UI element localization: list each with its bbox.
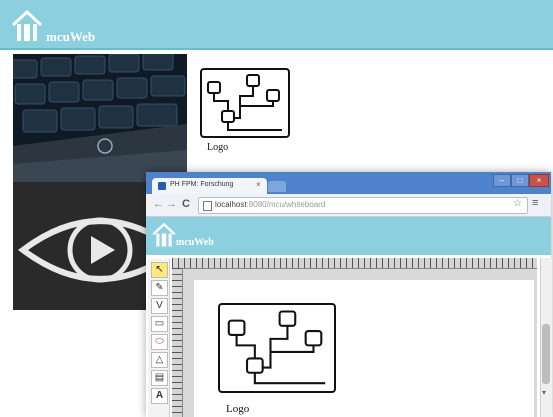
tool-palette: ↖ ✎ V ▭ ⬭ △ ▤ A [148, 259, 170, 417]
network-logo-icon [227, 310, 326, 385]
ellipse-tool-icon[interactable]: ⬭ [151, 334, 168, 350]
vertical-scrollbar[interactable]: ▾ [540, 258, 552, 417]
horizontal-ruler [172, 258, 537, 269]
back-button[interactable]: ← [153, 198, 164, 210]
page-icon [203, 201, 212, 211]
shape-tool-icon[interactable]: △ [151, 352, 168, 368]
keyboard-image-tile[interactable] [13, 54, 187, 182]
maximize-button[interactable]: □ [511, 174, 529, 187]
logo-caption: Logo [207, 142, 229, 153]
menu-icon[interactable]: ≡ [532, 197, 538, 209]
app-header: mcuWeb [0, 0, 553, 50]
tab-close-icon[interactable]: × [256, 180, 261, 189]
inner-app-title: mcuWeb [176, 237, 214, 248]
star-icon[interactable]: ☆ [513, 198, 522, 209]
logo-widget[interactable] [200, 68, 290, 138]
browser-window: PH FPM: Forschung × – □ × ← → C localhos… [146, 172, 552, 417]
scroll-down-icon[interactable]: ▾ [542, 388, 546, 397]
layers-tool-icon[interactable]: ▤ [151, 370, 168, 386]
pointer-tool-icon[interactable]: ↖ [151, 262, 168, 278]
inner-logo-widget[interactable] [218, 303, 336, 393]
pen-tool-icon[interactable]: ✎ [151, 280, 168, 296]
close-window-button[interactable]: × [529, 174, 549, 187]
rectangle-tool-icon[interactable]: ▭ [151, 316, 168, 332]
minimize-button[interactable]: – [493, 174, 511, 187]
keyboard-image [13, 54, 187, 182]
reload-button[interactable]: C [182, 198, 190, 210]
network-logo-icon [207, 74, 282, 131]
home-icon[interactable] [151, 222, 177, 248]
url-path: :8080/mcu/whiteboard [246, 200, 326, 209]
url-text: localhost:8080/mcu/whiteboard [215, 200, 325, 209]
address-bar[interactable]: localhost:8080/mcu/whiteboard ☆ [198, 197, 528, 214]
text-tool-icon[interactable]: A [151, 388, 168, 404]
inner-app-header: mcuWeb [146, 217, 551, 255]
url-host: localhost [215, 200, 247, 209]
home-icon[interactable] [10, 9, 44, 43]
tab-title: PH FPM: Forschung [170, 181, 234, 188]
vertical-ruler [172, 268, 183, 417]
forward-button[interactable]: → [166, 198, 177, 210]
browser-toolbar: ← → C localhost:8080/mcu/whiteboard ☆ ≡ [146, 194, 551, 217]
favicon-icon [158, 182, 166, 190]
pencil-tool-icon[interactable]: V [151, 298, 168, 314]
inner-logo-caption: Logo [226, 403, 250, 415]
tab-strip: PH FPM: Forschung × – □ × [146, 172, 551, 194]
new-tab-button[interactable] [268, 181, 286, 192]
browser-tab[interactable]: PH FPM: Forschung × [152, 178, 267, 194]
scroll-thumb[interactable] [542, 324, 550, 384]
app-title: mcuWeb [46, 29, 96, 44]
